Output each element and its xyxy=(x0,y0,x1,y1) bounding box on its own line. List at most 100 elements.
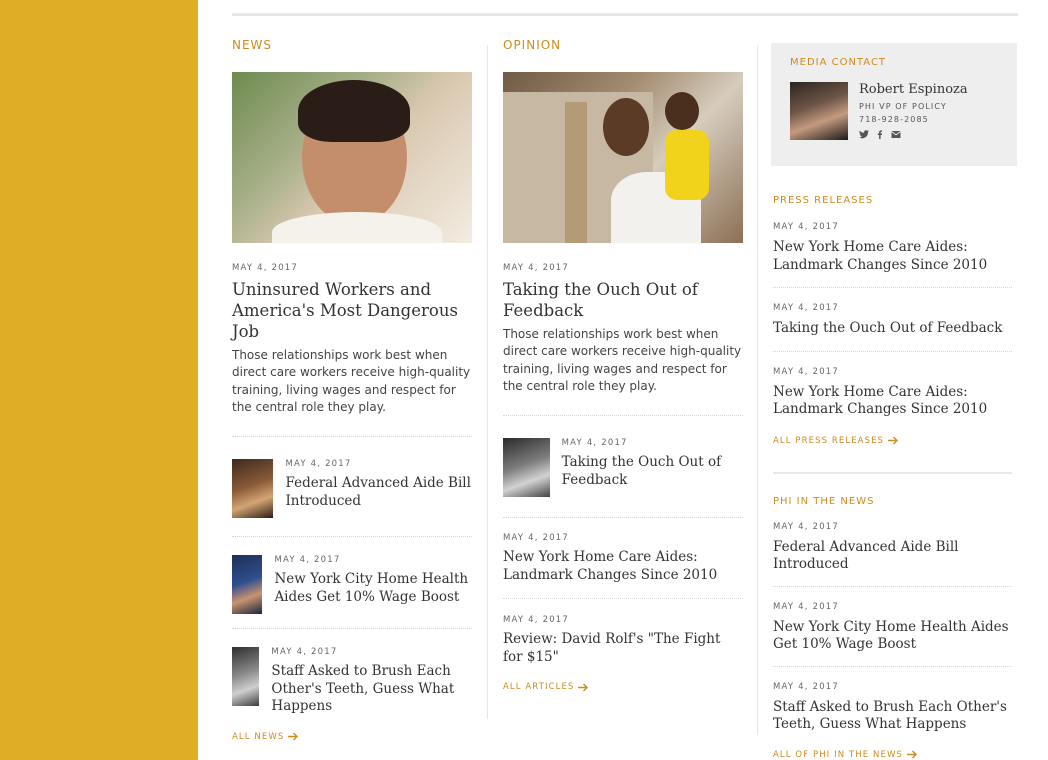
column-divider-2 xyxy=(757,45,758,735)
all-articles-link[interactable]: ALL ARTICLES xyxy=(503,682,589,692)
press-release-item[interactable]: MAY 4, 2017 New York Home Care Aides: La… xyxy=(773,367,1012,419)
all-phi-in-the-news-label: ALL OF PHI IN THE NEWS xyxy=(773,749,903,760)
press-release-title[interactable]: New York Home Care Aides: Landmark Chang… xyxy=(773,384,1012,419)
child-shirt-shape xyxy=(665,130,709,200)
contact-phone: 718-928-2085 xyxy=(859,115,929,124)
child-face-shape xyxy=(665,92,699,130)
divider xyxy=(773,287,1012,288)
news-item-date: MAY 4, 2017 xyxy=(271,647,338,658)
news-section-label: NEWS xyxy=(232,38,273,52)
avatar xyxy=(790,82,848,140)
news-feature-date: MAY 4, 2017 xyxy=(232,263,299,273)
news-list-item[interactable]: MAY 4, 2017 New York City Home Health Ai… xyxy=(232,555,472,615)
phi-news-title[interactable]: Staff Asked to Brush Each Other's Teeth,… xyxy=(773,699,1012,734)
portrait-shirt-shape xyxy=(272,212,442,243)
all-articles-label: ALL ARTICLES xyxy=(503,682,575,693)
woman-face-shape xyxy=(603,98,649,156)
press-release-title[interactable]: New York Home Care Aides: Landmark Chang… xyxy=(773,239,1012,274)
arrow-right-icon xyxy=(906,750,917,759)
all-news-link[interactable]: ALL NEWS xyxy=(232,732,299,742)
news-feature-excerpt: Those relationships work best when direc… xyxy=(232,348,471,414)
arrow-right-icon xyxy=(288,732,299,741)
opinion-feature-image[interactable] xyxy=(503,72,743,243)
news-item-thumbnail[interactable] xyxy=(232,555,263,615)
opinion-list-item[interactable]: MAY 4, 2017 Taking the Ouch Out of Feedb… xyxy=(503,438,743,498)
phi-news-title[interactable]: Federal Advanced Aide Bill Introduced xyxy=(773,539,1012,574)
portrait-hair-shape xyxy=(298,80,410,142)
divider xyxy=(503,517,743,519)
news-list-item[interactable]: MAY 4, 2017 Federal Advanced Aide Bill I… xyxy=(232,459,472,519)
divider xyxy=(232,436,472,438)
all-press-releases-link[interactable]: ALL PRESS RELEASES xyxy=(773,436,899,446)
phi-news-item[interactable]: MAY 4, 2017 New York City Home Health Ai… xyxy=(773,602,1012,654)
opinion-item-date: MAY 4, 2017 xyxy=(561,438,628,449)
press-release-date: MAY 4, 2017 xyxy=(773,303,840,313)
phi-news-title[interactable]: New York City Home Health Aides Get 10% … xyxy=(773,619,1012,654)
press-release-date: MAY 4, 2017 xyxy=(773,366,840,377)
contact-role: PHI VP OF POLICY xyxy=(859,102,947,111)
press-release-date: MAY 4, 2017 xyxy=(773,222,840,232)
contact-name: Robert Espinoza xyxy=(859,82,968,97)
opinion-section-label: OPINION xyxy=(503,38,562,52)
contact-social-links xyxy=(859,130,968,139)
divider xyxy=(232,536,472,538)
twitter-icon[interactable] xyxy=(859,130,869,139)
news-item-title[interactable]: Staff Asked to Brush Each Other's Teeth,… xyxy=(271,663,472,716)
news-item-date: MAY 4, 2017 xyxy=(274,555,341,566)
arrow-right-icon xyxy=(578,683,589,692)
phi-news-item[interactable]: MAY 4, 2017 Staff Asked to Brush Each Ot… xyxy=(773,682,1012,734)
all-press-releases-label: ALL PRESS RELEASES xyxy=(773,435,885,446)
opinion-feature-title[interactable]: Taking the Ouch Out of Feedback xyxy=(503,279,743,321)
divider xyxy=(503,598,743,600)
section-separator xyxy=(773,471,1012,474)
right-column: MEDIA CONTACT Robert Espinoza PHI VP OF … xyxy=(771,43,1017,760)
phi-news-date: MAY 4, 2017 xyxy=(773,601,840,612)
news-item-title[interactable]: New York City Home Health Aides Get 10% … xyxy=(274,571,472,606)
opinion-item-date: MAY 4, 2017 xyxy=(503,615,570,626)
news-item-title[interactable]: Federal Advanced Aide Bill Introduced xyxy=(285,475,472,510)
column-divider-1 xyxy=(487,45,488,719)
all-news-label: ALL NEWS xyxy=(232,731,285,742)
press-release-item[interactable]: MAY 4, 2017 Taking the Ouch Out of Feedb… xyxy=(773,303,1012,338)
divider xyxy=(503,415,743,417)
phi-news-item[interactable]: MAY 4, 2017 Federal Advanced Aide Bill I… xyxy=(773,522,1012,574)
opinion-item-title[interactable]: New York Home Care Aides: Landmark Chang… xyxy=(503,549,743,584)
arrow-right-icon xyxy=(888,436,899,445)
opinion-item-thumbnail[interactable] xyxy=(503,438,550,498)
news-item-thumbnail[interactable] xyxy=(232,459,274,519)
media-contact-card: Robert Espinoza PHI VP OF POLICY 718-928… xyxy=(790,82,998,140)
news-item-date: MAY 4, 2017 xyxy=(285,459,352,470)
opinion-list-item[interactable]: MAY 4, 2017 Review: David Rolf's "The Fi… xyxy=(503,615,743,666)
brick-column-shape xyxy=(565,102,587,243)
phi-in-the-news-label: PHI IN THE NEWS xyxy=(773,495,875,507)
top-rule xyxy=(232,13,1018,16)
media-contact-label: MEDIA CONTACT xyxy=(790,57,887,68)
divider xyxy=(773,585,1012,587)
opinion-column: OPINION MAY 4, 2017 Taking the Ouch Out … xyxy=(503,38,743,694)
all-phi-in-the-news-link[interactable]: ALL OF PHI IN THE NEWS xyxy=(773,750,918,760)
news-list-item[interactable]: MAY 4, 2017 Staff Asked to Brush Each Ot… xyxy=(232,647,472,716)
opinion-feature-excerpt: Those relationships work best when direc… xyxy=(503,327,742,393)
news-column: NEWS MAY 4, 2017 Uninsured Workers and A… xyxy=(232,38,472,744)
divider xyxy=(773,350,1012,352)
phi-news-date: MAY 4, 2017 xyxy=(773,681,840,692)
opinion-item-title[interactable]: Taking the Ouch Out of Feedback xyxy=(562,454,743,489)
divider xyxy=(232,628,472,630)
media-contact-panel: MEDIA CONTACT Robert Espinoza PHI VP OF … xyxy=(771,43,1017,166)
opinion-feature-date: MAY 4, 2017 xyxy=(503,263,570,273)
opinion-item-date: MAY 4, 2017 xyxy=(503,533,570,544)
opinion-list-item[interactable]: MAY 4, 2017 New York Home Care Aides: La… xyxy=(503,533,743,584)
phi-news-date: MAY 4, 2017 xyxy=(773,521,840,532)
email-icon[interactable] xyxy=(891,130,901,139)
news-feature-title[interactable]: Uninsured Workers and America's Most Dan… xyxy=(232,279,472,342)
opinion-item-title[interactable]: Review: David Rolf's "The Fight for $15" xyxy=(503,631,743,666)
press-release-title[interactable]: Taking the Ouch Out of Feedback xyxy=(773,320,1012,338)
facebook-icon[interactable] xyxy=(875,130,885,139)
left-color-band xyxy=(0,0,198,760)
press-releases-label: PRESS RELEASES xyxy=(773,195,874,206)
news-item-thumbnail[interactable] xyxy=(232,647,260,707)
press-release-item[interactable]: MAY 4, 2017 New York Home Care Aides: La… xyxy=(773,222,1012,274)
divider xyxy=(773,665,1012,667)
news-feature-image[interactable] xyxy=(232,72,472,243)
press-releases-section: PRESS RELEASES MAY 4, 2017 New York Home… xyxy=(771,195,1012,760)
